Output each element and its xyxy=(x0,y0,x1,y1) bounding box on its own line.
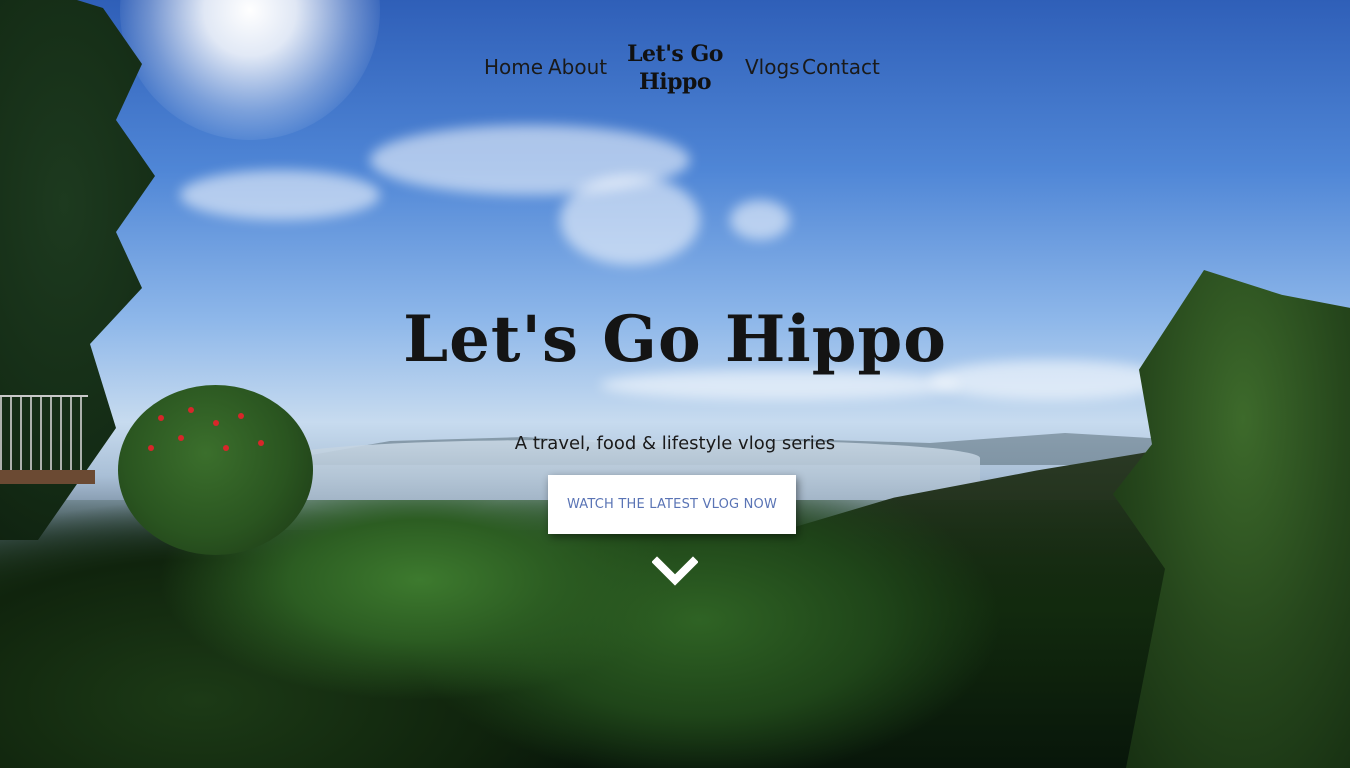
watch-latest-vlog-button[interactable]: WATCH THE LATEST VLOG NOW xyxy=(548,475,796,534)
logo-line-2: Hippo xyxy=(638,69,712,95)
nav-contact-link[interactable]: Contact xyxy=(802,55,880,79)
flower xyxy=(213,420,219,426)
hero-subtitle: A travel, food & lifestyle vlog series xyxy=(514,433,836,454)
cloud xyxy=(730,200,790,240)
nav-vlogs-link[interactable]: Vlogs xyxy=(745,55,800,79)
flower xyxy=(188,407,194,413)
flowering-tree xyxy=(118,385,313,555)
hero-title: Let's Go Hippo xyxy=(403,302,947,377)
cloud xyxy=(560,175,700,265)
nav-home-link[interactable]: Home xyxy=(484,55,543,79)
logo-line-1: Let's Go xyxy=(627,41,723,67)
chevron-down-icon[interactable] xyxy=(651,556,699,586)
flower xyxy=(158,415,164,421)
main-nav: Home About Let's Go Hippo Vlogs Contact xyxy=(0,40,1350,100)
site-logo[interactable]: Let's Go Hippo xyxy=(615,40,735,96)
flower xyxy=(238,413,244,419)
cloud xyxy=(180,170,380,220)
deck xyxy=(0,470,95,484)
nav-about-link[interactable]: About xyxy=(548,55,607,79)
